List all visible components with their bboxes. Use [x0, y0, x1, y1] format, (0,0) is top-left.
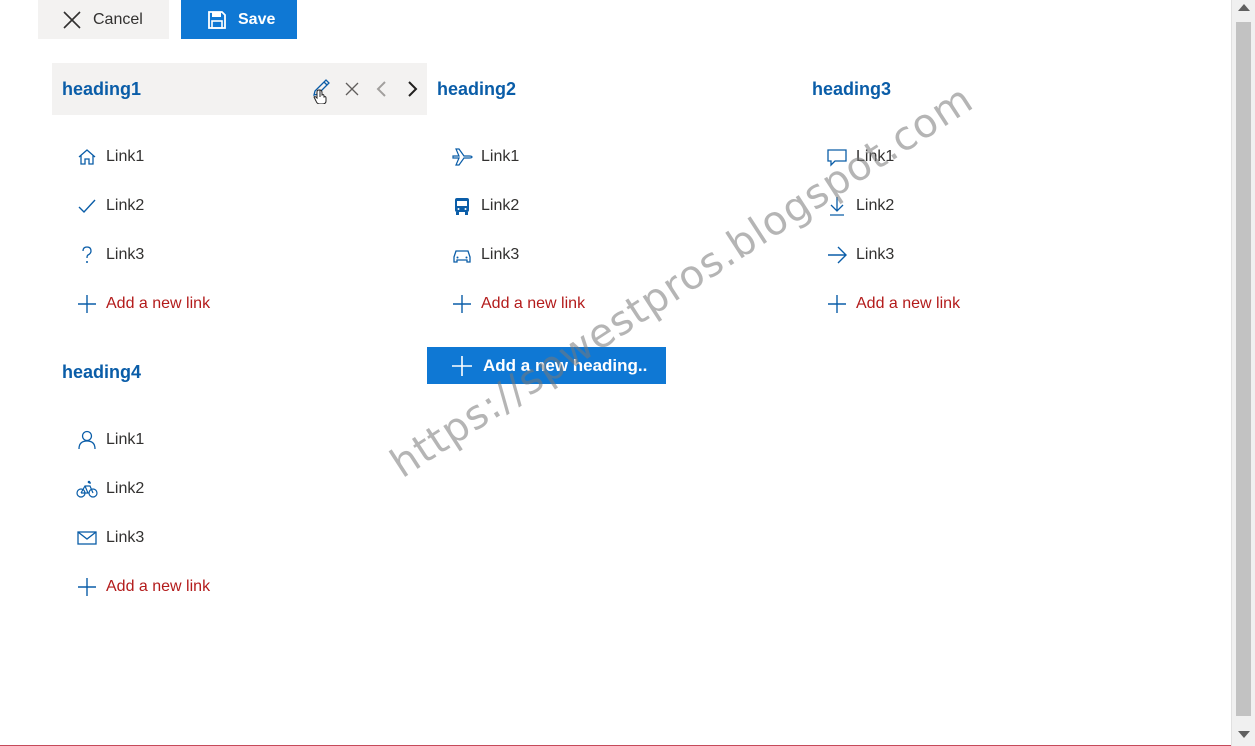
chevron-right-icon — [408, 81, 418, 97]
link-label: Link3 — [106, 246, 145, 263]
scroll-thumb[interactable] — [1236, 22, 1251, 716]
plus-icon — [451, 355, 473, 377]
cancel-label: Cancel — [93, 10, 143, 28]
add-link-button[interactable]: Add a new link — [76, 289, 210, 319]
link-label: Link1 — [106, 148, 145, 165]
link-label: Link2 — [106, 480, 145, 497]
link-item[interactable]: Link2 — [76, 191, 144, 221]
scroll-down-icon[interactable] — [1238, 731, 1250, 738]
chevron-left-icon — [376, 81, 386, 97]
plus-icon — [76, 293, 98, 315]
scroll-up-icon[interactable] — [1238, 4, 1250, 11]
link-item[interactable]: Link1 — [76, 142, 144, 172]
link-label: Link3 — [856, 246, 895, 263]
heading-row-3[interactable]: heading3 — [802, 63, 1177, 115]
command-bar: Cancel Save — [38, 0, 297, 39]
add-link-button[interactable]: Add a new link — [76, 572, 210, 602]
plus-icon — [76, 576, 98, 598]
save-icon — [207, 10, 227, 30]
link-label: Link1 — [481, 148, 520, 165]
link-label: Link3 — [481, 246, 520, 263]
heading-actions — [307, 63, 427, 115]
link-item[interactable]: Link2 — [76, 474, 144, 504]
link-label: Link2 — [856, 197, 895, 214]
link-item[interactable]: Link3 — [76, 240, 144, 270]
arrow-right-icon — [826, 244, 848, 266]
heading-title: heading2 — [437, 78, 517, 99]
link-item[interactable]: Link3 — [826, 240, 894, 270]
link-item[interactable]: Link1 — [76, 425, 144, 455]
home-icon — [76, 146, 98, 168]
add-link-label: Add a new link — [856, 295, 961, 312]
question-icon — [76, 244, 98, 266]
delete-heading-button[interactable] — [337, 74, 367, 104]
checkmark-icon — [76, 195, 98, 217]
vertical-scrollbar[interactable] — [1231, 0, 1255, 746]
pencil-icon — [313, 79, 330, 104]
edit-heading-button[interactable] — [307, 74, 337, 104]
person-icon — [76, 429, 98, 451]
link-item[interactable]: Link2 — [451, 191, 519, 221]
heading-title: heading4 — [62, 361, 142, 382]
watermark: https://spwestpros.blogspot.com — [382, 75, 982, 488]
link-item[interactable]: Link3 — [76, 523, 144, 553]
add-link-button[interactable]: Add a new link — [826, 289, 960, 319]
add-link-label: Add a new link — [106, 578, 211, 595]
add-link-label: Add a new link — [106, 295, 211, 312]
mail-icon — [76, 527, 98, 549]
move-right-button[interactable] — [397, 74, 427, 104]
close-icon — [345, 82, 359, 96]
link-item[interactable]: Link1 — [451, 142, 519, 172]
heading-row-2[interactable]: heading2 — [427, 63, 802, 115]
heading-title: heading1 — [62, 78, 142, 99]
airplane-icon — [451, 146, 473, 168]
save-label: Save — [238, 10, 276, 28]
save-button[interactable]: Save — [181, 0, 297, 39]
move-left-button[interactable] — [367, 74, 397, 104]
add-link-label: Add a new link — [481, 295, 586, 312]
heading-title: heading3 — [812, 78, 892, 99]
plus-icon — [451, 293, 473, 315]
heading-row-4[interactable]: heading4 — [52, 346, 427, 398]
link-label: Link1 — [106, 431, 145, 448]
car-icon — [451, 244, 473, 266]
plus-icon — [826, 293, 848, 315]
link-label: Link2 — [481, 197, 520, 214]
close-icon — [62, 10, 82, 30]
heading-row-1[interactable]: heading1 — [52, 63, 427, 115]
link-item[interactable]: Link3 — [451, 240, 519, 270]
link-label: Link3 — [106, 529, 145, 546]
link-label: Link2 — [106, 197, 145, 214]
cancel-button[interactable]: Cancel — [38, 0, 169, 39]
add-link-button[interactable]: Add a new link — [451, 289, 585, 319]
bus-icon — [451, 195, 473, 217]
bicycle-icon — [76, 478, 98, 500]
